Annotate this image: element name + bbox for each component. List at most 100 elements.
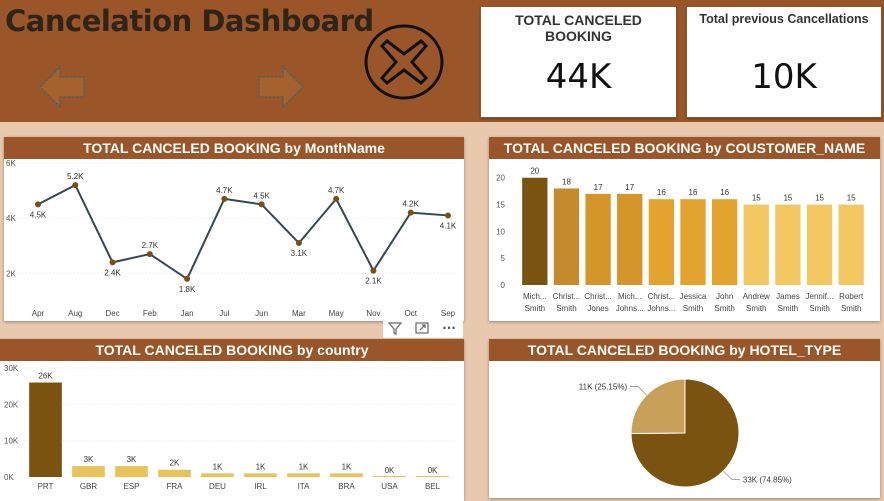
chart-panel-hotel-type[interactable]: TOTAL CANCELED BOOKING by HOTEL_TYPE 33K…	[489, 339, 880, 498]
x-tick-label: Smith	[683, 304, 703, 313]
bar	[617, 193, 643, 285]
y-tick-label: 10K	[4, 437, 19, 446]
series-line	[37, 183, 449, 281]
x-tick-label: May	[329, 309, 344, 318]
x-tick-label: Jan	[181, 309, 194, 318]
bar	[553, 188, 580, 285]
customer-bar-chart: 20 15 10 5 0 20 Mich... Smith 18 Christ... Smith 17…	[496, 167, 864, 313]
x-tick-label: Smith	[714, 304, 734, 313]
y-tick-label: 20	[496, 174, 505, 183]
x-tick-label: Smith	[809, 304, 829, 313]
y-tick-label: 20K	[4, 400, 19, 409]
data-label: 15	[815, 194, 824, 203]
data-label: 18	[562, 177, 571, 186]
data-label: 26K	[38, 372, 53, 381]
data-label: 0K	[428, 466, 438, 475]
slice-label: 33K (74.85%)	[743, 475, 792, 484]
x-tick-label: Feb	[143, 309, 157, 318]
data-label: 4.2K	[402, 200, 419, 209]
focus-mode-icon[interactable]	[414, 320, 430, 336]
x-tick-label: FRA	[167, 482, 184, 491]
y-tick-label: 15	[496, 201, 505, 210]
x-tick-label: Johns...	[647, 304, 675, 313]
bar	[72, 466, 105, 477]
x-tick-label: Jessica	[680, 292, 707, 301]
data-point	[184, 275, 191, 282]
data-label: 2.7K	[142, 241, 159, 250]
data-label: 1K	[342, 462, 352, 471]
x-tick-label: Robert	[839, 292, 864, 301]
data-point	[109, 259, 116, 266]
kpi-card-total-canceled: TOTAL CANCELED BOOKING 44K	[480, 6, 677, 118]
data-label: 2.4K	[104, 268, 121, 277]
data-label: 2K	[170, 459, 180, 468]
data-point	[258, 201, 265, 208]
x-tick-label: Jennif...	[806, 292, 834, 301]
x-tick-label: James	[776, 292, 800, 301]
data-label: 3K	[127, 455, 137, 464]
x-tick-label: Sep	[441, 309, 456, 318]
visual-toolbar: ···	[383, 318, 463, 338]
bar	[648, 199, 675, 285]
chart-panel-country[interactable]: TOTAL CANCELED BOOKING by country 30K 20K…	[0, 339, 464, 501]
x-tick-label: Andrew	[743, 292, 770, 301]
x-tick-label: Jun	[255, 309, 268, 318]
chart-title: TOTAL CANCELED BOOKING by MonthName	[4, 137, 464, 159]
data-label: 2.1K	[365, 277, 382, 286]
data-label: 1K	[299, 462, 309, 471]
bar	[29, 382, 62, 477]
kpi-label: TOTAL CANCELED BOOKING	[515, 12, 642, 44]
x-tick-label: GBR	[80, 482, 98, 491]
chart-panel-customer[interactable]: TOTAL CANCELED BOOKING by COUSTOMER_NAME…	[489, 137, 880, 321]
x-tick-label: Mar	[292, 309, 306, 318]
bar	[115, 466, 148, 477]
y-tick-label: 2K	[6, 269, 16, 278]
x-tick-label: Aug	[68, 309, 82, 318]
kpi-value: 10K	[751, 57, 817, 97]
data-label: 1.8K	[179, 285, 196, 294]
x-tick-label: Nov	[366, 309, 380, 318]
x-tick-label: DEU	[209, 482, 226, 491]
leader-line	[723, 470, 740, 480]
filter-icon[interactable]	[387, 320, 403, 336]
x-tick-label: PRT	[38, 482, 54, 491]
x-tick-label: Oct	[405, 309, 418, 318]
chart-title: TOTAL CANCELED BOOKING by HOTEL_TYPE	[489, 339, 880, 361]
chart-panel-month[interactable]: TOTAL CANCELED BOOKING by MonthName 6K 4K…	[4, 137, 464, 321]
y-tick-label: 4K	[6, 214, 16, 223]
data-label: 16	[657, 188, 666, 197]
arrow-left-icon[interactable]	[38, 63, 88, 111]
kpi-value: 44K	[545, 57, 612, 97]
data-label: 15	[752, 194, 761, 203]
y-tick-label: 0K	[4, 473, 14, 482]
more-options-icon[interactable]: ···	[441, 320, 457, 336]
x-tick-label: Smith	[778, 304, 798, 313]
data-label: 4.7K	[216, 186, 233, 195]
data-label: 4.5K	[30, 210, 47, 219]
data-label: 3K	[84, 455, 94, 464]
x-tick-label: Christ...	[584, 292, 612, 301]
data-point	[445, 212, 451, 219]
x-tick-label: BEL	[425, 482, 441, 491]
x-tick-label: IRL	[254, 482, 267, 491]
data-label: 16	[689, 188, 698, 197]
bar	[330, 473, 363, 477]
data-label: 3.1K	[291, 249, 308, 258]
arrow-right-icon[interactable]	[255, 63, 305, 111]
bar	[585, 193, 611, 285]
data-label: 15	[847, 194, 856, 203]
data-label: 17	[625, 183, 634, 192]
data-point	[295, 240, 302, 247]
bar	[838, 204, 864, 285]
x-tick-label: Christ...	[553, 292, 581, 301]
x-tick-label: Smith	[525, 304, 545, 313]
data-point	[407, 209, 414, 216]
data-point	[146, 251, 153, 258]
data-label: 4.7K	[328, 186, 345, 195]
x-tick-label: Christ...	[648, 292, 676, 301]
data-label: 4.1K	[440, 221, 457, 230]
y-tick-label: 10	[496, 227, 505, 236]
chart-title: TOTAL CANCELED BOOKING by COUSTOMER_NAME	[489, 137, 880, 159]
x-tick-label: Jul	[219, 309, 229, 318]
bar	[416, 476, 449, 477]
